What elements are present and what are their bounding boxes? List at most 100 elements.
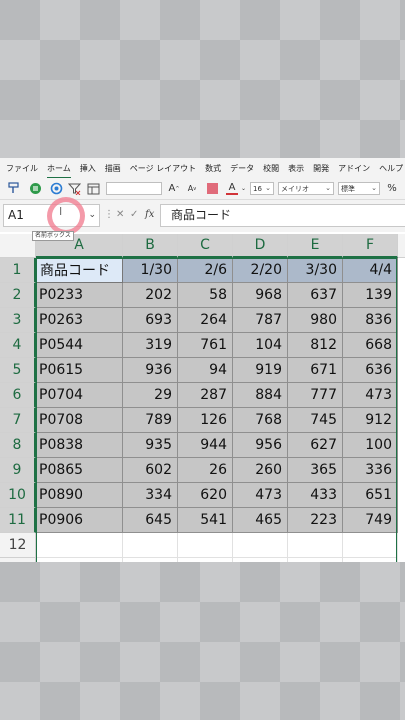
table-cell[interactable]: 636	[343, 358, 398, 383]
row-header-8[interactable]: 8	[0, 433, 36, 458]
table-cell[interactable]: 260	[233, 458, 288, 483]
table-cell[interactable]: P0890	[36, 483, 123, 508]
header-cell[interactable]: 1/30	[123, 258, 178, 283]
table-cell[interactable]: 884	[233, 383, 288, 408]
table-cell[interactable]: 541	[178, 508, 233, 533]
insert-function-icon[interactable]: fx	[145, 209, 154, 220]
row-header-4[interactable]: 4	[0, 333, 36, 358]
column-header-e[interactable]: E	[288, 234, 343, 258]
table-cell[interactable]: 912	[343, 408, 398, 433]
font-color-dropdown-icon[interactable]: ⌄	[240, 181, 247, 196]
table-cell[interactable]: 365	[288, 458, 343, 483]
chevron-down-icon[interactable]: ⌄	[88, 205, 96, 226]
empty-cell[interactable]	[288, 533, 343, 558]
row-header-7[interactable]: 7	[0, 408, 36, 433]
table-cell[interactable]: 645	[123, 508, 178, 533]
table-cell[interactable]: 668	[343, 333, 398, 358]
select-all-corner[interactable]	[0, 234, 36, 258]
table-cell[interactable]: 58	[178, 283, 233, 308]
table-cell[interactable]: P0263	[36, 308, 123, 333]
table-cell[interactable]: 473	[233, 483, 288, 508]
table-cell[interactable]: 139	[343, 283, 398, 308]
table-cell[interactable]: 980	[288, 308, 343, 333]
tab-page-layout[interactable]: ページ レイアウト	[130, 163, 196, 174]
percent-style-button[interactable]: %	[385, 181, 399, 196]
font-size-select[interactable]: 16 ⌄	[250, 182, 274, 195]
tab-help[interactable]: ヘルプ	[379, 163, 403, 174]
table-cell[interactable]: P0704	[36, 383, 123, 408]
row-header-11[interactable]: 11	[0, 508, 36, 533]
table-cell[interactable]: 319	[123, 333, 178, 358]
row-header-2[interactable]: 2	[0, 283, 36, 308]
empty-cell[interactable]	[233, 533, 288, 558]
globe-icon[interactable]	[48, 181, 64, 196]
table-cell[interactable]: 26	[178, 458, 233, 483]
tab-formulas[interactable]: 数式	[205, 163, 221, 174]
table-cell[interactable]: 602	[123, 458, 178, 483]
filter-clear-icon[interactable]	[66, 181, 82, 196]
fill-color-icon[interactable]	[205, 181, 219, 196]
empty-cell[interactable]	[36, 533, 123, 558]
table-cell[interactable]: P0708	[36, 408, 123, 433]
font-color-button[interactable]: A	[225, 181, 239, 196]
tab-insert[interactable]: 挿入	[80, 163, 96, 174]
font-name-box-blank[interactable]	[106, 182, 162, 195]
table-cell[interactable]: 223	[288, 508, 343, 533]
column-header-next[interactable]	[398, 234, 405, 258]
table-cell[interactable]: 287	[178, 383, 233, 408]
table-cell[interactable]: P0615	[36, 358, 123, 383]
table-cell[interactable]: 336	[343, 458, 398, 483]
header-cell[interactable]: 2/6	[178, 258, 233, 283]
table-cell[interactable]: 334	[123, 483, 178, 508]
cancel-icon[interactable]: ✕	[116, 209, 124, 220]
table-cell[interactable]: 968	[233, 283, 288, 308]
tab-addins[interactable]: アドイン	[338, 163, 370, 174]
excel-addin-icon[interactable]	[27, 181, 43, 196]
table-cell[interactable]: 104	[233, 333, 288, 358]
column-header-f[interactable]: F	[343, 234, 398, 258]
table-cell[interactable]: 836	[343, 308, 398, 333]
more-options-icon[interactable]: ⋮	[104, 209, 114, 220]
table-cell[interactable]: 627	[288, 433, 343, 458]
row-header-9[interactable]: 9	[0, 458, 36, 483]
header-cell[interactable]: 3/30	[288, 258, 343, 283]
table-cell[interactable]: 956	[233, 433, 288, 458]
table-cell[interactable]: 761	[178, 333, 233, 358]
row-header-5[interactable]: 5	[0, 358, 36, 383]
table-cell[interactable]: 94	[178, 358, 233, 383]
font-name-select[interactable]: メイリオ ⌄	[278, 182, 334, 195]
tab-data[interactable]: データ	[230, 163, 254, 174]
table-cell[interactable]: 433	[288, 483, 343, 508]
tab-draw[interactable]: 描画	[105, 163, 121, 174]
table-cell[interactable]: 787	[233, 308, 288, 333]
table-cell[interactable]: 126	[178, 408, 233, 433]
empty-cell[interactable]	[123, 533, 178, 558]
row-header-10[interactable]: 10	[0, 483, 36, 508]
empty-cell[interactable]	[178, 533, 233, 558]
column-header-b[interactable]: B	[123, 234, 178, 258]
header-cell[interactable]: 2/20	[233, 258, 288, 283]
table-cell[interactable]: 693	[123, 308, 178, 333]
tab-review[interactable]: 校閲	[263, 163, 279, 174]
table-cell[interactable]: 936	[123, 358, 178, 383]
font-grow-button[interactable]: A ^	[168, 181, 180, 196]
table-cell[interactable]: 745	[288, 408, 343, 433]
formula-input[interactable]: 商品コード	[160, 204, 405, 227]
table-cell[interactable]: 620	[178, 483, 233, 508]
table-cell[interactable]: P0865	[36, 458, 123, 483]
header-cell[interactable]: 4/4	[343, 258, 398, 283]
table-cell[interactable]: 789	[123, 408, 178, 433]
table-cell[interactable]: 671	[288, 358, 343, 383]
table-cell[interactable]: 812	[288, 333, 343, 358]
tab-developer[interactable]: 開発	[313, 163, 329, 174]
number-format-select[interactable]: 標準 ⌄	[338, 182, 380, 195]
format-painter-icon[interactable]	[6, 181, 22, 196]
font-shrink-button[interactable]: Av	[186, 181, 198, 196]
active-cell-a1[interactable]: 商品コード	[36, 258, 123, 283]
table-cell[interactable]: 202	[123, 283, 178, 308]
table-cell[interactable]: 777	[288, 383, 343, 408]
table-cell[interactable]: 29	[123, 383, 178, 408]
row-header-6[interactable]: 6	[0, 383, 36, 408]
table-cell[interactable]: 935	[123, 433, 178, 458]
enter-check-icon[interactable]: ✓	[130, 209, 138, 220]
